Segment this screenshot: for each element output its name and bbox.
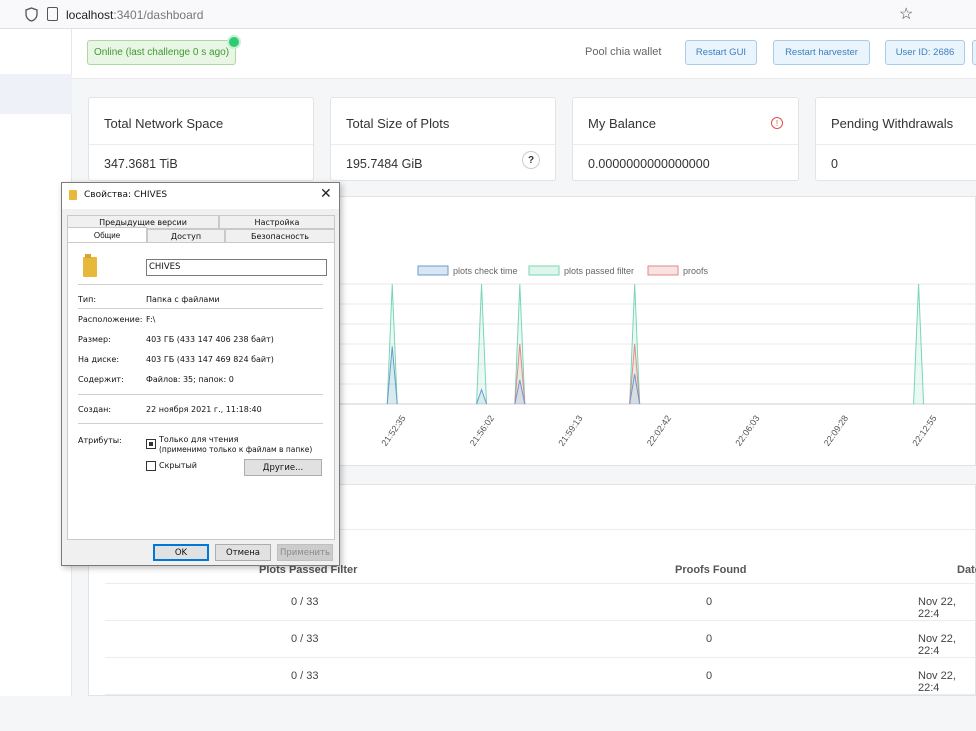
- table-cell: 0: [706, 633, 713, 645]
- legend-swatch: [647, 265, 679, 276]
- x-tick-label: 22:09:28: [822, 413, 850, 447]
- sidebar-item-selected[interactable]: [0, 74, 72, 114]
- advanced-attributes-button[interactable]: Другие...: [244, 459, 322, 476]
- size-label: Размер:: [78, 335, 111, 344]
- table-row[interactable]: 0 / 33 0 Nov 22, 22:4: [105, 620, 976, 657]
- folder-name-field[interactable]: CHIVES: [146, 259, 327, 276]
- card-title: Total Size of Plots: [346, 116, 450, 131]
- cancel-button[interactable]: Отмена: [215, 544, 271, 561]
- overflow-button[interactable]: [972, 40, 976, 65]
- column-header: Proofs Found: [675, 564, 747, 576]
- bookmark-star-icon[interactable]: ☆: [899, 4, 913, 24]
- dialog-titlebar[interactable]: Свойства: CHIVES ✕: [62, 183, 339, 209]
- table-cell: 0 / 33: [291, 670, 319, 682]
- readonly-note: (применимо только к файлам в папке): [159, 445, 313, 454]
- readonly-label: Только для чтения: [159, 435, 239, 444]
- contains-value: Файлов: 35; папок: 0: [146, 375, 234, 384]
- card-title: Total Network Space: [104, 116, 224, 131]
- restart-harvester-button[interactable]: Restart harvester: [773, 40, 870, 65]
- card-network-space: Total Network Space 347.3681 TiB: [88, 97, 314, 181]
- pool-wallet-link[interactable]: Pool chia wallet: [585, 46, 661, 58]
- readonly-checkbox[interactable]: [146, 439, 156, 449]
- page-icon: [47, 7, 58, 21]
- legend-label: plots check time: [453, 266, 518, 276]
- table-cell: 0: [706, 670, 713, 682]
- x-tick-label: 22:12:55: [910, 413, 938, 447]
- x-tick-label: 22:06:03: [733, 413, 761, 447]
- tab-security[interactable]: Безопасность: [225, 229, 335, 243]
- legend-label: plots passed filter: [564, 266, 634, 276]
- location-value: F:\: [146, 315, 156, 324]
- type-label: Тип:: [78, 295, 97, 304]
- x-tick-label: 21:52:35: [379, 413, 407, 447]
- user-id-button[interactable]: User ID: 2686: [885, 40, 965, 65]
- legend-label: proofs: [683, 266, 709, 276]
- x-tick-label: 21:56:02: [468, 413, 496, 447]
- card-pending-withdrawals: Pending Withdrawals 0: [815, 97, 976, 181]
- card-value: 347.3681 TiB: [104, 157, 178, 171]
- location-label: Расположение:: [78, 315, 143, 324]
- disk-value: 403 ГБ (433 147 469 824 байт): [146, 355, 274, 364]
- table-row[interactable]: [105, 694, 976, 731]
- status-badge: Online (last challenge 0 s ago): [87, 40, 236, 65]
- created-label: Создан:: [78, 405, 112, 414]
- table-cell: Nov 22, 22:4: [918, 670, 956, 694]
- address-bar[interactable]: localhost:3401/dashboard: [66, 8, 203, 22]
- folder-icon: [83, 254, 97, 277]
- table-cell: Nov 22, 22:4: [918, 633, 956, 657]
- table-cell: 0: [706, 596, 713, 608]
- card-title: My Balance: [588, 116, 656, 131]
- apply-button[interactable]: Применить: [277, 544, 333, 561]
- contains-label: Содержит:: [78, 375, 124, 384]
- help-icon[interactable]: ?: [522, 151, 540, 169]
- table-cell: 0 / 33: [291, 633, 319, 645]
- x-tick-label: 22:02:42: [645, 413, 673, 447]
- table-row[interactable]: 0 / 33 0 Nov 22, 22:4: [105, 583, 976, 620]
- browser-toolbar: localhost:3401/dashboard ☆: [0, 0, 976, 29]
- restart-gui-button[interactable]: Restart GUI: [685, 40, 757, 65]
- dialog-title: Свойства: CHIVES: [84, 190, 168, 200]
- shield-icon[interactable]: [25, 7, 38, 22]
- hidden-checkbox[interactable]: [146, 461, 156, 471]
- type-value: Папка с файлами: [146, 295, 220, 304]
- column-header: Date: [957, 564, 976, 576]
- legend-swatch: [528, 265, 560, 276]
- url-path: :3401/dashboard: [113, 8, 204, 22]
- legend-swatch: [417, 265, 449, 276]
- tab-customize[interactable]: Настройка: [219, 215, 335, 229]
- disk-label: На диске:: [78, 355, 120, 364]
- ok-button[interactable]: OK: [153, 544, 209, 561]
- card-value: 195.7484 GiB: [346, 157, 423, 171]
- x-tick-label: 21:59:13: [556, 413, 584, 447]
- table-cell: 0 / 33: [291, 596, 319, 608]
- hidden-label: Скрытый: [159, 461, 197, 470]
- tab-general[interactable]: Общие: [67, 227, 147, 242]
- folder-icon: [69, 190, 77, 200]
- card-balance: My Balance ! 0.0000000000000000: [572, 97, 799, 181]
- card-value: 0: [831, 157, 838, 171]
- tab-sharing[interactable]: Доступ: [147, 229, 225, 243]
- close-icon[interactable]: ✕: [320, 186, 332, 202]
- general-panel: CHIVES Тип: Папка с файлами Расположение…: [67, 242, 335, 540]
- size-value: 403 ГБ (433 147 406 238 байт): [146, 335, 274, 344]
- created-value: 22 ноября 2021 г., 11:18:40: [146, 405, 262, 414]
- url-host: localhost: [66, 8, 114, 22]
- warning-icon[interactable]: !: [771, 117, 783, 129]
- card-value: 0.0000000000000000: [588, 157, 710, 171]
- card-plots-size: Total Size of Plots 195.7484 GiB ?: [330, 97, 556, 181]
- table-row[interactable]: 0 / 33 0 Nov 22, 22:4: [105, 657, 976, 694]
- online-indicator-icon: [229, 37, 239, 47]
- table-cell: Nov 22, 22:4: [918, 596, 956, 620]
- attributes-label: Атрибуты:: [78, 436, 122, 445]
- card-title: Pending Withdrawals: [831, 116, 954, 131]
